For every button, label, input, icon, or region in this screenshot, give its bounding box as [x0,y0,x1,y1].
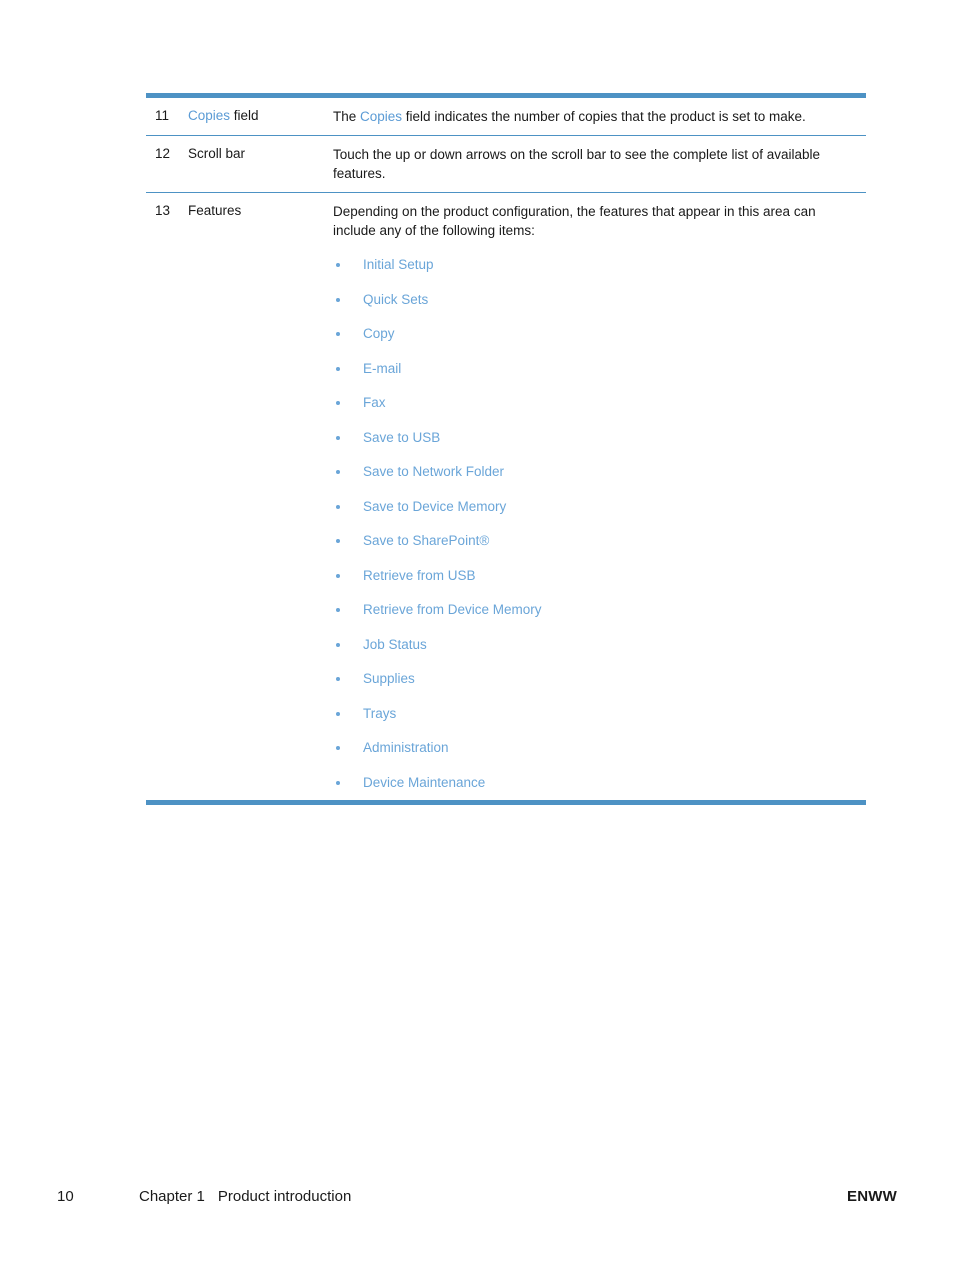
callout-label-suffix: field [230,108,259,123]
table-row: 12 Scroll bar Touch the up or down arrow… [146,136,866,193]
list-item-label: Trays [363,705,397,721]
footer-locale-label: ENWW [847,1188,897,1205]
bullet-icon [336,435,340,440]
bullet-icon [336,263,340,267]
callout-label: Copies field [188,107,333,125]
list-item: Save to SharePoint® [333,533,860,548]
callout-label: Features [188,203,242,218]
callout-number: 11 [155,108,170,123]
list-item-label: Administration [363,740,449,755]
footer-left-group: 10 Chapter 1 Product introduction [57,1188,351,1205]
bullet-icon [336,608,340,612]
list-item: E-mail [333,361,860,376]
callout-description: Touch the up or down arrows on the scrol… [333,147,821,181]
feature-callout-table: 11 Copies field The Copies field indicat… [146,93,866,805]
list-item: Initial Setup [333,257,860,272]
list-item: Supplies [333,671,860,686]
list-item-label: Save to Device Memory [363,498,507,514]
bullet-icon [336,297,340,302]
callout-number: 12 [155,146,171,161]
list-item: Save to Device Memory [333,499,860,514]
list-item: Quick Sets [333,292,860,307]
list-item: Job Status [333,637,860,652]
bullet-icon [336,539,340,543]
description-intro: Depending on the product configuration, … [333,204,816,238]
description-text-tail: field indicates the number of copies tha… [402,109,806,124]
bullet-icon [336,366,340,371]
list-item-label: Save to SharePoint® [363,533,490,548]
bullet-icon [336,573,340,578]
bullet-icon [336,677,340,681]
list-item: Trays [333,706,860,721]
list-item-label: Save to Network Folder [363,464,505,479]
bullet-icon [336,780,340,785]
bullet-icon [336,642,340,647]
list-item: Save to USB [333,430,860,445]
callout-number: 13 [155,203,171,218]
list-item: Administration [333,740,860,755]
list-item: Fax [333,395,860,410]
bullet-icon [336,332,340,336]
list-item: Copy [333,326,860,341]
callout-description: The Copies field indicates the number of… [333,107,866,126]
bullet-icon [336,711,340,716]
list-item-label: Fax [363,395,386,410]
list-item: Device Maintenance [333,775,860,790]
callout-label-term: Copies [188,108,231,123]
list-item-label: Save to USB [363,429,441,445]
page-number: 10 [57,1188,74,1205]
list-item-label: Device Maintenance [363,774,486,790]
list-item-label: Supplies [363,671,415,686]
description-term: Copies [360,109,403,124]
bullet-icon [336,401,340,405]
document-page: 11 Copies field The Copies field indicat… [0,0,954,1270]
callout-description: Depending on the product configuration, … [333,202,866,790]
list-item-label: Retrieve from Device Memory [363,602,542,617]
page-footer: 10 Chapter 1 Product introduction ENWW [57,1188,897,1212]
list-item-label: Retrieve from USB [363,567,476,583]
list-item-label: Quick Sets [363,291,429,307]
list-item-label: Job Status [363,636,427,652]
callout-label: Scroll bar [188,146,246,161]
footer-chapter-title: Product introduction [217,1188,352,1205]
list-item: Retrieve from USB [333,568,860,583]
list-item-label: Initial Setup [363,257,434,272]
table-row: 11 Copies field The Copies field indicat… [146,98,866,136]
bullet-icon [336,746,340,750]
feature-list: Initial Setup Quick Sets Copy E-mail Fax… [333,257,860,790]
description-text-lead: The [333,109,361,124]
bullet-icon [336,470,340,474]
list-item: Save to Network Folder [333,464,860,479]
table-row: 13 Features Depending on the product con… [146,193,866,800]
list-item-label: E-mail [363,360,402,376]
list-item-label: Copy [363,326,395,341]
footer-chapter: Chapter 1 [139,1188,205,1205]
bullet-icon [336,504,340,509]
list-item: Retrieve from Device Memory [333,602,860,617]
